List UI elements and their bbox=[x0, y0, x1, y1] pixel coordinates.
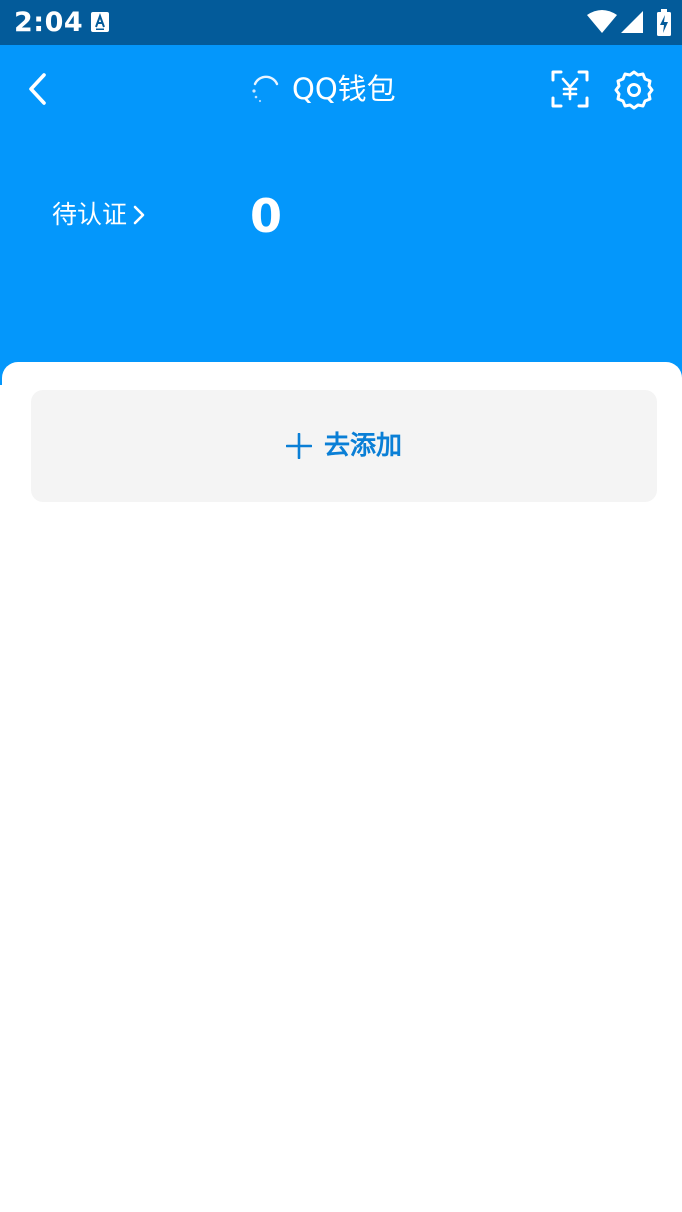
battery-charging-icon bbox=[657, 9, 671, 36]
loading-spinner-icon bbox=[252, 75, 279, 103]
add-label: 去添加 bbox=[323, 431, 402, 461]
signal-icon bbox=[621, 11, 643, 33]
status-time: 2:04 bbox=[14, 7, 84, 38]
page-title: QQ钱包 bbox=[292, 72, 396, 106]
back-button[interactable] bbox=[22, 69, 58, 109]
plus-icon bbox=[285, 433, 312, 459]
status-bar: 2:04 bbox=[0, 0, 682, 45]
wifi-icon bbox=[587, 10, 617, 33]
pending-certification-link[interactable]: 待认证 bbox=[52, 197, 147, 233]
header: QQ钱包 待认证 0 bbox=[0, 45, 682, 385]
pending-certification-label: 待认证 bbox=[52, 200, 128, 229]
title-bar: QQ钱包 bbox=[248, 67, 396, 111]
gear-icon[interactable] bbox=[613, 69, 655, 111]
screen: 2:04 QQ钱包 待认证 0 去添加 bbox=[0, 0, 682, 1212]
add-button[interactable]: 去添加 bbox=[31, 390, 657, 502]
pending-count: 0 bbox=[250, 189, 283, 243]
content-sheet: 去添加 bbox=[2, 362, 682, 1212]
chevron-right-icon bbox=[133, 205, 145, 225]
scan-yuan-icon[interactable] bbox=[551, 70, 589, 108]
a-badge-icon bbox=[91, 12, 109, 32]
